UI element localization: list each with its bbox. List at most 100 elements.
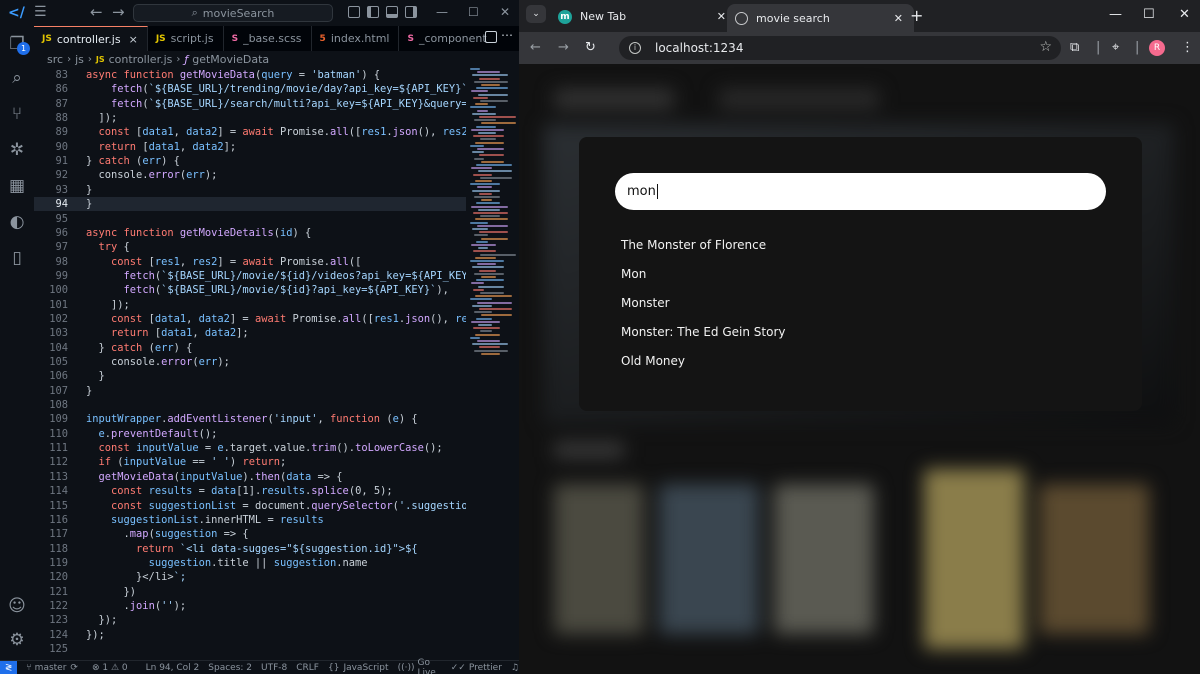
code-line[interactable]: 125 [34, 642, 466, 656]
code-line[interactable]: 111 const inputValue = e.target.value.tr… [34, 441, 466, 455]
code-line[interactable]: 116 suggestionList.innerHTML = results [34, 513, 466, 527]
code-line[interactable]: 100 fetch(`${BASE_URL}/movie/${id}?api_k… [34, 283, 466, 297]
layout-editor-icon[interactable] [348, 6, 360, 18]
account-icon[interactable]: ☺ [7, 596, 27, 616]
code-line[interactable]: 88 ]); [34, 111, 466, 125]
toggle-secondary-sidebar-icon[interactable] [405, 6, 417, 18]
close-tab-icon[interactable]: ✕ [894, 12, 903, 25]
suggestion-item[interactable]: Monster: The Ed Gein Story [621, 325, 786, 354]
site-info-icon[interactable]: i [629, 42, 641, 54]
code-line[interactable]: 93} [34, 183, 466, 197]
settings-gear-icon[interactable]: ⚙ [7, 630, 27, 650]
code-line[interactable]: 108 [34, 398, 466, 412]
browser-tab-new-tab[interactable]: m New Tab ✕ [550, 4, 737, 29]
status-position[interactable]: Ln 94, Col 2 [146, 663, 200, 673]
tab-script-js[interactable]: JS script.js [148, 26, 224, 51]
address-bar[interactable]: i localhost:1234 ☆ [619, 36, 1061, 60]
code-line[interactable]: 98 const [res1, res2] = await Promise.al… [34, 255, 466, 269]
code-editor[interactable]: 83 async function getMovieData(query = 'b… [34, 68, 466, 660]
suggestion-item[interactable]: Monster [621, 296, 786, 325]
browser-tab-movie-search[interactable]: movie search ✕ [727, 4, 914, 32]
tab-index-html[interactable]: 5 index.html [312, 26, 400, 51]
sync-icon[interactable]: ⟳ [70, 663, 78, 673]
split-editor-icon[interactable] [485, 31, 497, 43]
extensions-puzzle-icon[interactable]: ⧉ [1070, 40, 1079, 55]
back-arrow-icon[interactable]: ← [90, 3, 103, 21]
forward-arrow-icon[interactable]: → [112, 3, 125, 21]
search-view-icon[interactable]: ⌕ [7, 68, 27, 88]
code-line[interactable]: 110 e.preventDefault(); [34, 427, 466, 441]
code-line[interactable]: 118 return `<li data-sugges="${suggestio… [34, 542, 466, 556]
code-line[interactable]: 103 return [data1, data2]; [34, 326, 466, 340]
device-icon[interactable]: ▯ [7, 248, 27, 268]
code-line[interactable]: 107} [34, 384, 466, 398]
kebab-menu-icon[interactable]: ⋮ [1181, 40, 1194, 55]
close-tab-icon[interactable]: ✕ [717, 10, 726, 23]
tab-controller-js[interactable]: JS controller.js × [34, 26, 148, 51]
status-encoding[interactable]: UTF-8 [261, 663, 287, 673]
code-line[interactable]: 113 getMovieData(inputValue).then(data =… [34, 470, 466, 484]
code-line[interactable]: 102 const [data1, data2] = await Promise… [34, 312, 466, 326]
debug-icon[interactable]: ✲ [7, 140, 27, 160]
toggle-panel-icon[interactable] [386, 6, 398, 18]
search-input[interactable]: mon [615, 173, 1106, 210]
notifications-bell-icon[interactable]: ♫ [511, 663, 519, 673]
code-line[interactable]: 117 .map(suggestion => { [34, 527, 466, 541]
suggestion-item[interactable]: The Monster of Florence [621, 238, 786, 267]
menu-icon[interactable]: ☰ [34, 4, 47, 20]
code-line[interactable]: 119 suggestion.title || suggestion.name [34, 556, 466, 570]
breadcrumb-symbol[interactable]: getMovieData [192, 53, 269, 66]
code-line[interactable]: 121 }) [34, 585, 466, 599]
close-window-icon[interactable]: ✕ [1179, 7, 1190, 22]
code-line[interactable]: 87 fetch(`${BASE_URL}/search/multi?api_k… [34, 97, 466, 111]
code-line[interactable]: 105 console.error(err); [34, 355, 466, 369]
code-line[interactable]: 123 }); [34, 613, 466, 627]
code-line[interactable]: 109 inputWrapper.addEventListener('input'… [34, 412, 466, 426]
suggestion-item[interactable]: Mon [621, 267, 786, 296]
location-pin-icon[interactable]: ⌖ [1112, 40, 1119, 55]
code-line[interactable]: 90 return [data1, data2]; [34, 140, 466, 154]
code-line[interactable]: 96 async function getMovieDetails(id) { [34, 226, 466, 240]
suggestion-item[interactable]: Old Money [621, 354, 786, 383]
remote-indicator-icon[interactable]: ≷ [0, 660, 18, 674]
code-line[interactable]: 115 const suggestionList = document.quer… [34, 499, 466, 513]
status-branch[interactable]: master [35, 663, 67, 673]
maximize-icon[interactable]: ☐ [468, 5, 479, 19]
forward-arrow-icon[interactable]: → [558, 40, 569, 55]
back-arrow-icon[interactable]: ← [530, 40, 541, 55]
profile-avatar[interactable]: R [1149, 40, 1165, 56]
close-tab-icon[interactable]: × [129, 33, 138, 46]
code-line[interactable]: 89 const [data1, data2] = await Promise.… [34, 125, 466, 139]
maximize-icon[interactable]: ☐ [1143, 7, 1155, 22]
breadcrumb-file[interactable]: controller.js [109, 53, 173, 66]
status-prettier[interactable]: Prettier [469, 663, 502, 673]
extensions-icon[interactable]: ▦ [7, 176, 27, 196]
code-line[interactable]: 122 .join(''); [34, 599, 466, 613]
breadcrumb-src[interactable]: src [47, 53, 63, 66]
toggle-sidebar-icon[interactable] [367, 6, 379, 18]
status-golive[interactable]: Go Live [417, 658, 441, 674]
code-line[interactable]: 112 if (inputValue == ' ') return; [34, 455, 466, 469]
new-tab-plus-icon[interactable]: + [910, 6, 923, 25]
bookmark-star-icon[interactable]: ☆ [1039, 39, 1052, 55]
status-language[interactable]: JavaScript [343, 663, 388, 673]
reload-icon[interactable]: ↻ [585, 40, 596, 55]
status-problems[interactable]: ⊗ 1 ⚠ 0 [92, 663, 128, 673]
close-window-icon[interactable]: ✕ [500, 5, 510, 19]
code-line[interactable]: 106 } [34, 369, 466, 383]
code-line[interactable]: 95 [34, 212, 466, 226]
code-line[interactable]: 104 } catch (err) { [34, 341, 466, 355]
breadcrumb-js[interactable]: js [75, 53, 84, 66]
code-line[interactable]: 91} catch (err) { [34, 154, 466, 168]
code-line[interactable]: 114 const results = data[1].results.spli… [34, 484, 466, 498]
code-line[interactable]: 92 console.error(err); [34, 168, 466, 182]
source-control-icon[interactable]: ⑂ [7, 104, 27, 124]
code-line[interactable]: 124}); [34, 628, 466, 642]
code-line[interactable]: 101 ]); [34, 298, 466, 312]
edge-devtools-icon[interactable]: ◐ [7, 212, 27, 232]
command-center-search[interactable]: ⌕ movieSearch [133, 4, 333, 22]
more-actions-icon[interactable]: ⋯ [501, 28, 513, 42]
code-line[interactable]: 97 try { [34, 240, 466, 254]
minimap[interactable] [470, 68, 516, 368]
code-line[interactable]: 99 fetch(`${BASE_URL}/movie/${id}/videos… [34, 269, 466, 283]
